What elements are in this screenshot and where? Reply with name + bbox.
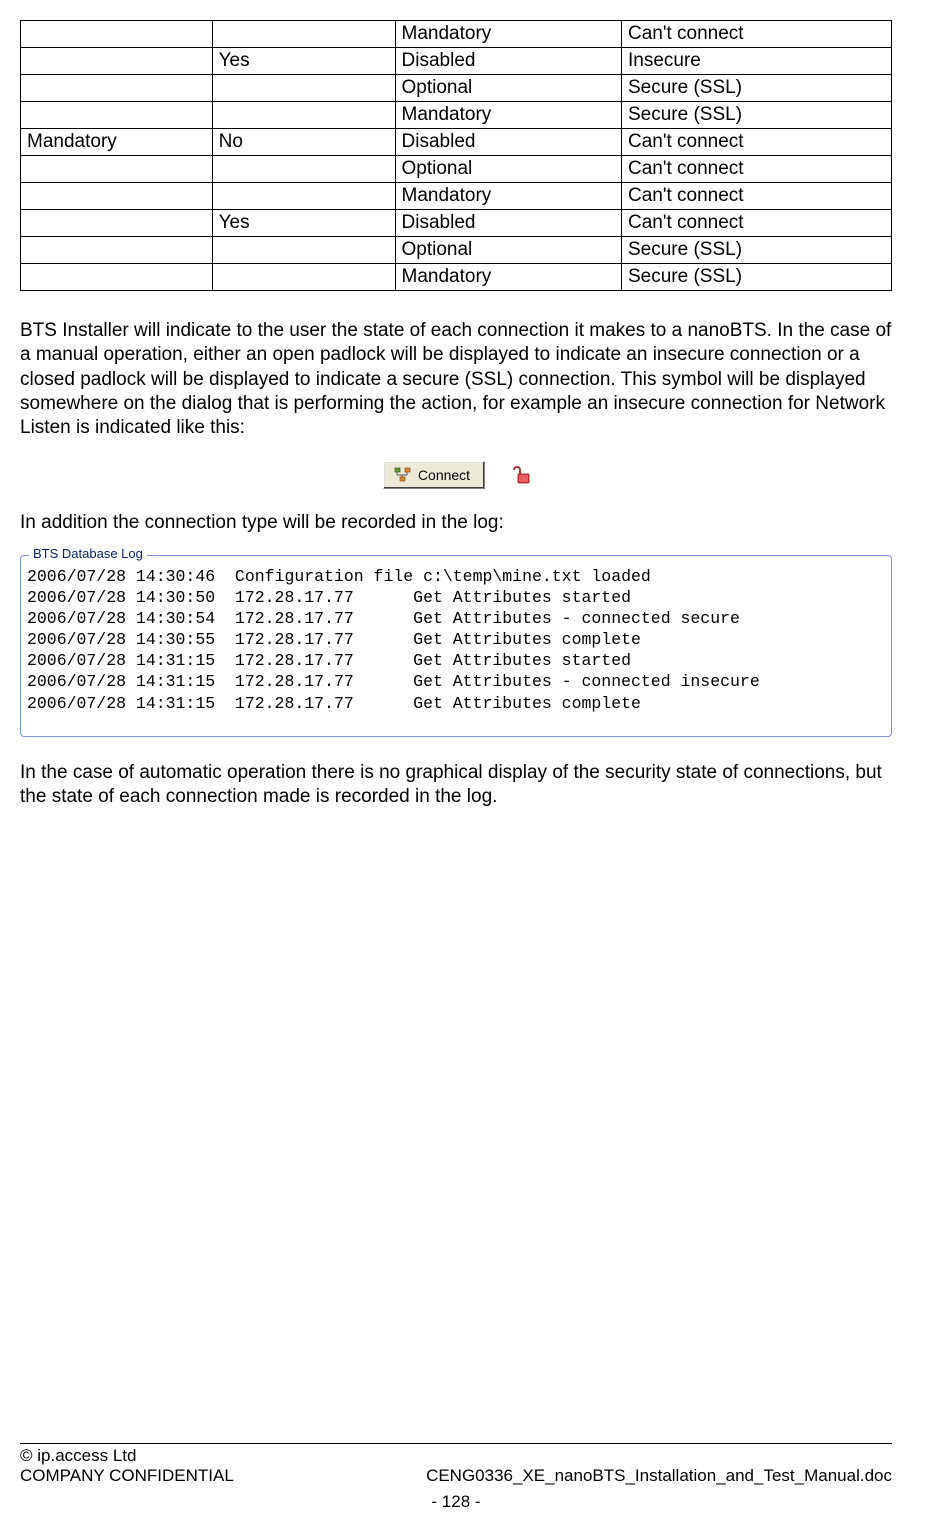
footer-page-number: - 128 - — [20, 1492, 892, 1512]
table-cell: Can't connect — [621, 21, 891, 48]
page-footer: © ip.access Ltd COMPANY CONFIDENTIAL CEN… — [20, 1443, 892, 1512]
table-cell: Disabled — [395, 129, 621, 156]
table-cell: Secure (SSL) — [621, 102, 891, 129]
table-cell: Mandatory — [395, 21, 621, 48]
ssl-state-table: MandatoryCan't connectYesDisabledInsecur… — [20, 20, 892, 291]
table-cell — [212, 21, 395, 48]
table-cell: Optional — [395, 75, 621, 102]
table-cell — [212, 156, 395, 183]
footer-docname: CENG0336_XE_nanoBTS_Installation_and_Tes… — [426, 1466, 892, 1486]
connect-button[interactable]: Connect — [383, 461, 485, 489]
table-cell — [212, 237, 395, 264]
table-cell: Insecure — [621, 48, 891, 75]
table-cell: Can't connect — [621, 210, 891, 237]
table-cell — [21, 75, 213, 102]
table-cell — [21, 237, 213, 264]
table-cell — [21, 183, 213, 210]
table-cell — [212, 75, 395, 102]
table-cell: Disabled — [395, 210, 621, 237]
table-cell: Mandatory — [395, 102, 621, 129]
footer-copyright: © ip.access Ltd — [20, 1446, 892, 1466]
table-cell: Secure (SSL) — [621, 264, 891, 291]
table-cell — [212, 102, 395, 129]
table-cell: Optional — [395, 156, 621, 183]
log-legend: BTS Database Log — [29, 546, 147, 561]
table-cell: Secure (SSL) — [621, 237, 891, 264]
table-cell: Can't connect — [621, 129, 891, 156]
table-cell: Can't connect — [621, 183, 891, 210]
table-cell: Can't connect — [621, 156, 891, 183]
log-content: 2006/07/28 14:30:46 Configuration file c… — [27, 566, 885, 714]
table-row: OptionalSecure (SSL) — [21, 237, 892, 264]
table-row: MandatorySecure (SSL) — [21, 264, 892, 291]
table-cell — [21, 156, 213, 183]
open-padlock-icon — [511, 466, 529, 484]
table-row: MandatoryCan't connect — [21, 183, 892, 210]
table-row: OptionalSecure (SSL) — [21, 75, 892, 102]
table-cell: No — [212, 129, 395, 156]
connect-panel: Connect — [354, 461, 559, 489]
paragraph-3: In the case of automatic operation there… — [20, 761, 892, 810]
table-cell: Secure (SSL) — [621, 75, 891, 102]
table-cell: Mandatory — [395, 183, 621, 210]
table-row: MandatoryNoDisabledCan't connect — [21, 129, 892, 156]
table-cell: Optional — [395, 237, 621, 264]
table-row: MandatoryCan't connect — [21, 21, 892, 48]
table-cell — [21, 48, 213, 75]
table-row: YesDisabledCan't connect — [21, 210, 892, 237]
table-row: MandatorySecure (SSL) — [21, 102, 892, 129]
paragraph-2: In addition the connection type will be … — [20, 511, 892, 535]
table-cell — [21, 210, 213, 237]
table-cell — [212, 264, 395, 291]
table-cell: Disabled — [395, 48, 621, 75]
paragraph-1: BTS Installer will indicate to the user … — [20, 319, 892, 441]
table-cell — [212, 183, 395, 210]
table-cell: Mandatory — [21, 129, 213, 156]
table-cell: Yes — [212, 48, 395, 75]
table-cell — [21, 264, 213, 291]
table-cell — [21, 102, 213, 129]
table-row: YesDisabledInsecure — [21, 48, 892, 75]
table-cell — [21, 21, 213, 48]
table-cell: Yes — [212, 210, 395, 237]
network-tree-icon — [394, 467, 412, 483]
log-groupbox: BTS Database Log 2006/07/28 14:30:46 Con… — [20, 555, 892, 737]
footer-confidential: COMPANY CONFIDENTIAL — [20, 1466, 234, 1486]
connect-button-label: Connect — [418, 467, 470, 483]
table-row: OptionalCan't connect — [21, 156, 892, 183]
table-cell: Mandatory — [395, 264, 621, 291]
